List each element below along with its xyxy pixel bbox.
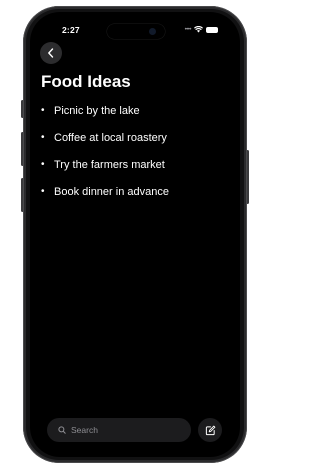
list-item[interactable]: • Coffee at local roastery xyxy=(41,131,169,158)
wifi-icon xyxy=(194,26,203,33)
bullet-point: • xyxy=(41,132,45,143)
home-indicator xyxy=(100,448,170,451)
status-icons: •••• xyxy=(185,26,218,33)
bullet-point: • xyxy=(41,159,45,170)
cellular-dots-icon: •••• xyxy=(184,26,192,33)
list-item-text: Try the farmers market xyxy=(54,159,165,171)
bullet-point: • xyxy=(41,105,45,116)
compose-icon xyxy=(205,425,215,435)
compose-button[interactable] xyxy=(198,418,222,442)
status-time: 2:27 xyxy=(62,25,80,35)
list-item-text: Coffee at local roastery xyxy=(54,132,167,144)
search-placeholder: Search xyxy=(71,425,98,435)
notes-screen: 2:27 •••• Food Ideas • Picnic by the lak… xyxy=(30,12,240,457)
note-bullet-list[interactable]: • Picnic by the lake • Coffee at local r… xyxy=(41,104,169,212)
list-item-text: Book dinner in advance xyxy=(54,186,169,198)
list-item[interactable]: • Try the farmers market xyxy=(41,158,169,185)
search-field[interactable]: Search xyxy=(47,418,191,442)
bullet-point: • xyxy=(41,186,45,197)
battery-icon xyxy=(206,26,218,33)
note-title[interactable]: Food Ideas xyxy=(41,72,131,92)
list-item-text: Picnic by the lake xyxy=(54,105,140,117)
list-item[interactable]: • Picnic by the lake xyxy=(41,104,169,131)
back-button[interactable] xyxy=(40,42,62,64)
search-icon xyxy=(58,426,66,434)
dynamic-island xyxy=(107,24,165,39)
device-stage: 2:27 •••• Food Ideas • Picnic by the lak… xyxy=(0,0,270,468)
front-camera xyxy=(149,28,156,35)
chevron-left-icon xyxy=(48,48,54,58)
list-item[interactable]: • Book dinner in advance xyxy=(41,185,169,212)
